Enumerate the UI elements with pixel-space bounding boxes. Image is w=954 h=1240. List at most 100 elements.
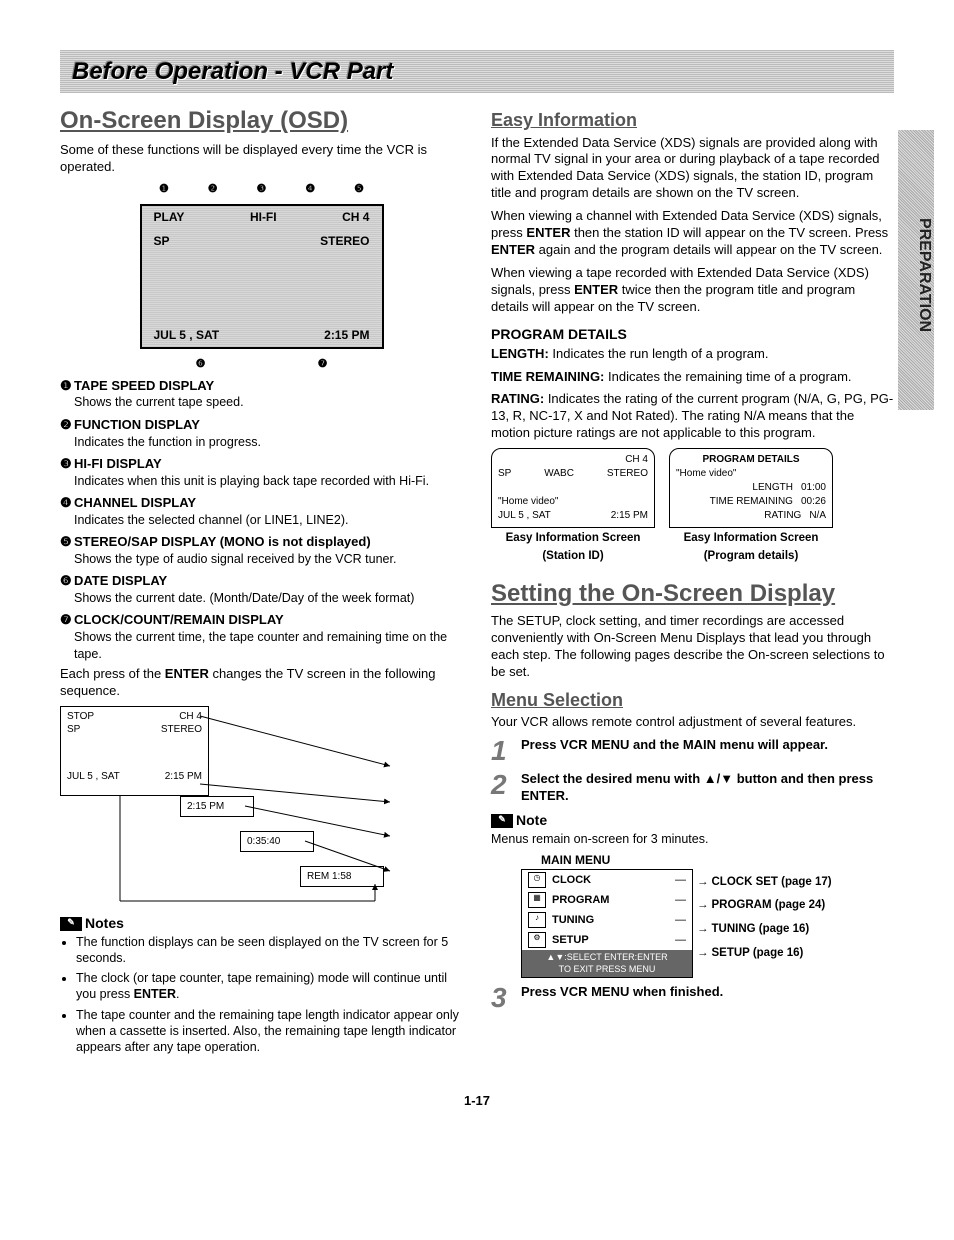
menu-item: CLOCK: [552, 873, 669, 887]
notes-list: The function displays can be seen displa…: [76, 934, 463, 1056]
easy-info-screens: CH 4 SP WABC STEREO "Home video" JUL 5 , S…: [491, 448, 894, 564]
callouts-top: ❶ ❷ ❸ ❹ ❺: [140, 182, 384, 196]
menu-item: SETUP: [552, 933, 669, 947]
m-text: LENGTH: [752, 481, 793, 495]
step-number-icon: 1: [491, 737, 515, 765]
pd-time-remaining: TIME REMAINING: Indicates the remaining …: [491, 369, 894, 386]
note-item: The function displays can be seen displa…: [76, 934, 463, 967]
def-num: ❼: [60, 612, 74, 629]
menu-item: PROGRAM: [552, 893, 669, 907]
menu-footer-line: ▲▼:SELECT ENTER:ENTER: [526, 952, 688, 964]
program-icon: ▦: [528, 892, 546, 908]
setup-icon: ⚙: [528, 932, 546, 948]
sequence-diagram: STOPCH 4 SPSTEREO JUL 5 , SAT2:15 PM 2:1…: [60, 706, 400, 906]
easy-info-p1: If the Extended Data Service (XDS) signa…: [491, 135, 894, 203]
osd-definitions: ❶TAPE SPEED DISPLAY Shows the current ta…: [60, 378, 463, 662]
clock-icon: ◷: [528, 872, 546, 888]
def-desc: Shows the current date. (Month/Date/Day …: [74, 590, 463, 606]
def-title: CHANNEL DISPLAY: [74, 495, 196, 510]
def-num: ❹: [60, 495, 74, 512]
notes-icon: ✎: [491, 814, 513, 828]
def-title: FUNCTION DISPLAY: [74, 417, 200, 432]
mini-screen-station-id: CH 4 SP WABC STEREO "Home video" JUL 5 , S…: [491, 448, 655, 564]
mini-caption: Easy Information Screen: [669, 531, 833, 546]
side-tab-preparation: PREPARATION: [898, 130, 934, 410]
def-title: DATE DISPLAY: [74, 573, 167, 588]
def-num: ❶: [60, 378, 74, 395]
m-text: "Home video": [498, 495, 558, 509]
def-title: HI-FI DISPLAY: [74, 456, 162, 471]
m-text: SP: [498, 467, 511, 481]
def-desc: Indicates when this unit is playing back…: [74, 473, 463, 489]
sequence-arrows-icon: [60, 706, 400, 906]
def-title: CLOCK/COUNT/REMAIN DISPLAY: [74, 612, 284, 627]
def-desc: Shows the current tape speed.: [74, 394, 463, 410]
menu-item: TUNING: [552, 913, 669, 927]
m-text: RATING: [764, 509, 801, 523]
osd-clock: 2:15 PM: [324, 328, 369, 344]
pd-length: LENGTH: Indicates the run length of a pr…: [491, 346, 894, 363]
callout-7: ❼: [318, 357, 328, 371]
mini-screen-program-details: PROGRAM DETAILS "Home video" LENGTH01:00…: [669, 448, 833, 564]
m-text: 00:26: [801, 495, 826, 509]
def-title: STEREO/SAP DISPLAY (MONO is not displaye…: [74, 534, 371, 549]
note-item: The clock (or tape counter, tape remaini…: [76, 970, 463, 1003]
note-label: Note: [516, 812, 547, 828]
m-title: PROGRAM DETAILS: [676, 453, 826, 467]
osd-date: JUL 5 , SAT: [154, 328, 220, 344]
step-text: Press VCR MENU and the MAIN menu will ap…: [521, 737, 828, 754]
osd-channel: CH 4: [342, 210, 369, 226]
step-number-icon: 2: [491, 771, 515, 799]
callout-6: ❻: [196, 357, 206, 371]
m-text: CH 4: [625, 453, 648, 467]
osd-sample-screen: PLAY HI-FI CH 4 SP STEREO JUL 5 , SAT 2:…: [140, 204, 384, 349]
main-menu-box: ◷CLOCK— ▦PROGRAM— ♪TUNING— ⚙SETUP— ▲▼:SE…: [521, 869, 693, 978]
menu-targets: CLOCK SET (page 17) PROGRAM (page 24) TU…: [697, 869, 832, 965]
easy-info-p3: When viewing a tape recorded with Extend…: [491, 265, 894, 316]
m-text: STEREO: [607, 467, 648, 481]
osd-intro: Some of these functions will be displaye…: [60, 142, 463, 176]
heading-menu-selection: Menu Selection: [491, 689, 894, 712]
def-desc: Indicates the selected channel (or LINE1…: [74, 512, 463, 528]
callout-5: ❺: [354, 182, 364, 196]
setting-osd-para: The SETUP, clock setting, and timer reco…: [491, 613, 894, 681]
note-heading: ✎Note: [491, 811, 894, 829]
osd-play: PLAY: [154, 210, 185, 226]
menu-footer-line: TO EXIT PRESS MENU: [526, 964, 688, 976]
heading-program-details: PROGRAM DETAILS: [491, 325, 894, 343]
right-column: Easy Information If the Extended Data Se…: [491, 101, 894, 1063]
heading-easy-info: Easy Information: [491, 109, 894, 132]
def-desc: Shows the type of audio signal received …: [74, 551, 463, 567]
notes-label: Notes: [85, 915, 124, 931]
step-text: Select the desired menu with ▲/▼ button …: [521, 771, 894, 805]
page-number: 1-17: [60, 1093, 894, 1110]
callout-3: ❸: [257, 182, 267, 196]
menu-footer: ▲▼:SELECT ENTER:ENTER TO EXIT PRESS MENU: [522, 950, 692, 977]
m-text: "Home video": [676, 467, 826, 481]
notes-heading: ✎Notes: [60, 914, 463, 932]
menu-target: SETUP (page 16): [712, 947, 804, 959]
m-text: WABC: [544, 467, 574, 481]
enter-sequence-para: Each press of the ENTER changes the TV s…: [60, 666, 463, 700]
notes-icon: ✎: [60, 917, 82, 931]
pd-rating: RATING: Indicates the rating of the curr…: [491, 391, 894, 442]
step-text: Press VCR MENU when finished.: [521, 984, 723, 1001]
def-num: ❻: [60, 573, 74, 590]
callout-2: ❷: [208, 182, 218, 196]
easy-info-p2: When viewing a channel with Extended Dat…: [491, 208, 894, 259]
tuning-icon: ♪: [528, 912, 546, 928]
def-desc: Shows the current time, the tape counter…: [74, 629, 463, 662]
def-desc: Indicates the function in progress.: [74, 434, 463, 450]
def-num: ❷: [60, 417, 74, 434]
m-text: 2:15 PM: [611, 509, 648, 523]
heading-setting-osd: Setting the On-Screen Display: [491, 578, 894, 609]
m-text: JUL 5 , SAT: [498, 509, 551, 523]
osd-speed: SP: [154, 234, 170, 250]
step-2: 2 Select the desired menu with ▲/▼ butto…: [491, 771, 894, 805]
callout-4: ❹: [305, 182, 315, 196]
mini-caption: (Program details): [669, 549, 833, 564]
m-text: TIME REMAINING: [710, 495, 793, 509]
def-title: TAPE SPEED DISPLAY: [74, 378, 214, 393]
mini-caption: Easy Information Screen: [491, 531, 655, 546]
heading-osd: On-Screen Display (OSD): [60, 105, 463, 136]
